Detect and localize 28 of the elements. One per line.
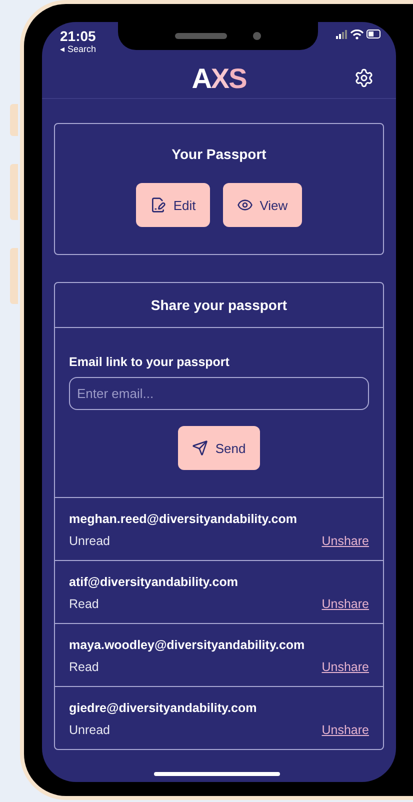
logo: AXS (192, 63, 246, 95)
share-email: meghan.reed@diversityandability.com (69, 512, 298, 526)
field-label: Email link to your passport (69, 355, 230, 369)
back-link[interactable]: ◂ Search (60, 44, 96, 54)
settings-icon (354, 68, 374, 88)
status-time: 21:05 (60, 28, 96, 44)
paper-plane-icon (192, 440, 208, 456)
email-field[interactable]: Enter email... (69, 377, 369, 410)
read-status: Read (69, 597, 99, 611)
read-status: Read (69, 660, 99, 674)
share-email: atif@diversityandability.com (69, 575, 239, 589)
unshare-link[interactable]: Unshare (322, 534, 369, 548)
eye-icon (236, 197, 253, 213)
edit-button[interactable]: Edit (136, 183, 210, 227)
share-email: maya.woodley@diversityandability.com (69, 638, 306, 652)
unshare-link[interactable]: Unshare (322, 660, 369, 674)
view-button[interactable]: View (222, 183, 302, 227)
card-title: Share your passport (150, 297, 288, 313)
read-status: Unread (69, 534, 110, 548)
unshare-link[interactable]: Unshare (322, 723, 369, 737)
unshare-link[interactable]: Unshare (322, 597, 369, 611)
send-button[interactable]: Send (178, 426, 260, 470)
status-icons (336, 28, 382, 40)
pencil-icon (150, 197, 166, 213)
settings-button[interactable] (354, 68, 374, 88)
share-email: giedre@diversityandability.com (69, 701, 258, 715)
card-title: Your Passport (172, 146, 266, 162)
read-status: Unread (69, 723, 110, 737)
